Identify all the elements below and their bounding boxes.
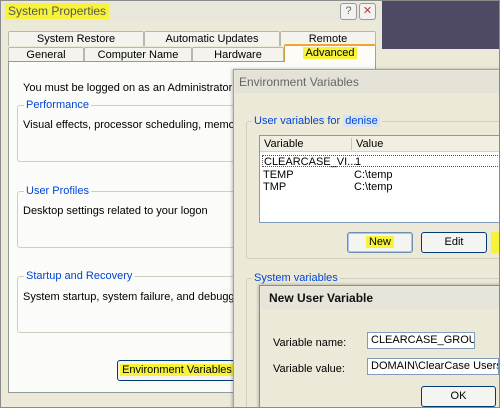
variable-value-label: Variable value: [273,363,345,375]
table-row[interactable]: CLEARCASE_VI... 1 [262,155,499,168]
tab-hardware[interactable]: Hardware [192,47,284,62]
system-properties-title: System Properties [5,3,110,19]
startup-recovery-description: System startup, system failure, and debu… [23,291,255,303]
table-row[interactable]: TEMP C:\temp [262,169,499,181]
tab-computer-name[interactable]: Computer Name [84,47,192,62]
new-button[interactable]: New [347,232,413,253]
user-variables-list[interactable]: Variable Value CLEARCASE_VI... 1 TEMP C:… [259,135,499,223]
row-variable: TMP [263,181,287,193]
row-variable: CLEARCASE_VI... [264,156,357,168]
tab-automatic-updates[interactable]: Automatic Updates [144,31,280,46]
highlight-mark [491,232,499,253]
variable-value-input[interactable]: DOMAIN\ClearCase Users;Do [367,358,499,375]
user-profiles-description: Desktop settings related to your logon [23,205,208,217]
column-header-value[interactable]: Value [356,138,383,150]
help-button[interactable]: ? [340,3,357,20]
environment-variables-button[interactable]: Environment Variables [117,360,237,381]
screenshot-frame: System Properties ? ✕ System Restore Aut… [0,0,500,408]
startup-recovery-label: Startup and Recovery [24,270,135,282]
user-profiles-label: User Profiles [24,185,91,197]
tab-advanced[interactable]: Advanced [284,44,376,62]
tab-system-restore[interactable]: System Restore [8,31,144,46]
environment-variables-button-label: Environment Variables [120,364,234,376]
system-variables-label: System variables [252,272,340,284]
row-value: 1 [355,156,362,168]
row-value: C:\temp [354,169,393,181]
user-variables-heading: User variables for denise [252,115,382,127]
tab-advanced-label: Advanced [302,47,358,59]
new-button-label: New [365,236,394,248]
column-header-variable[interactable]: Variable [264,138,304,150]
list-header: Variable Value [260,136,499,152]
tab-general[interactable]: General [8,47,84,62]
column-divider [351,138,352,150]
close-icon: ✕ [362,5,373,17]
row-value: C:\temp [354,181,393,193]
performance-description: Visual effects, processor scheduling, me… [23,119,259,131]
desktop-background [382,1,499,49]
variable-name-label: Variable name: [273,337,347,349]
close-button[interactable]: ✕ [359,3,376,20]
environment-variables-title: Environment Variables [235,71,499,93]
row-variable: TEMP [263,169,294,181]
edit-button[interactable]: Edit [421,232,487,253]
help-icon: ? [345,5,352,17]
variable-name-input[interactable]: CLEARCASE_GROUPS [367,332,475,349]
table-row[interactable]: TMP C:\temp [262,181,499,193]
ok-button[interactable]: OK [421,386,496,407]
user-variables-label: User variables for [254,115,341,127]
performance-label: Performance [24,99,91,111]
user-name: denise [343,115,380,127]
new-user-variable-title: New User Variable [261,287,499,309]
admin-notice: You must be logged on as an Administrato… [23,82,263,94]
